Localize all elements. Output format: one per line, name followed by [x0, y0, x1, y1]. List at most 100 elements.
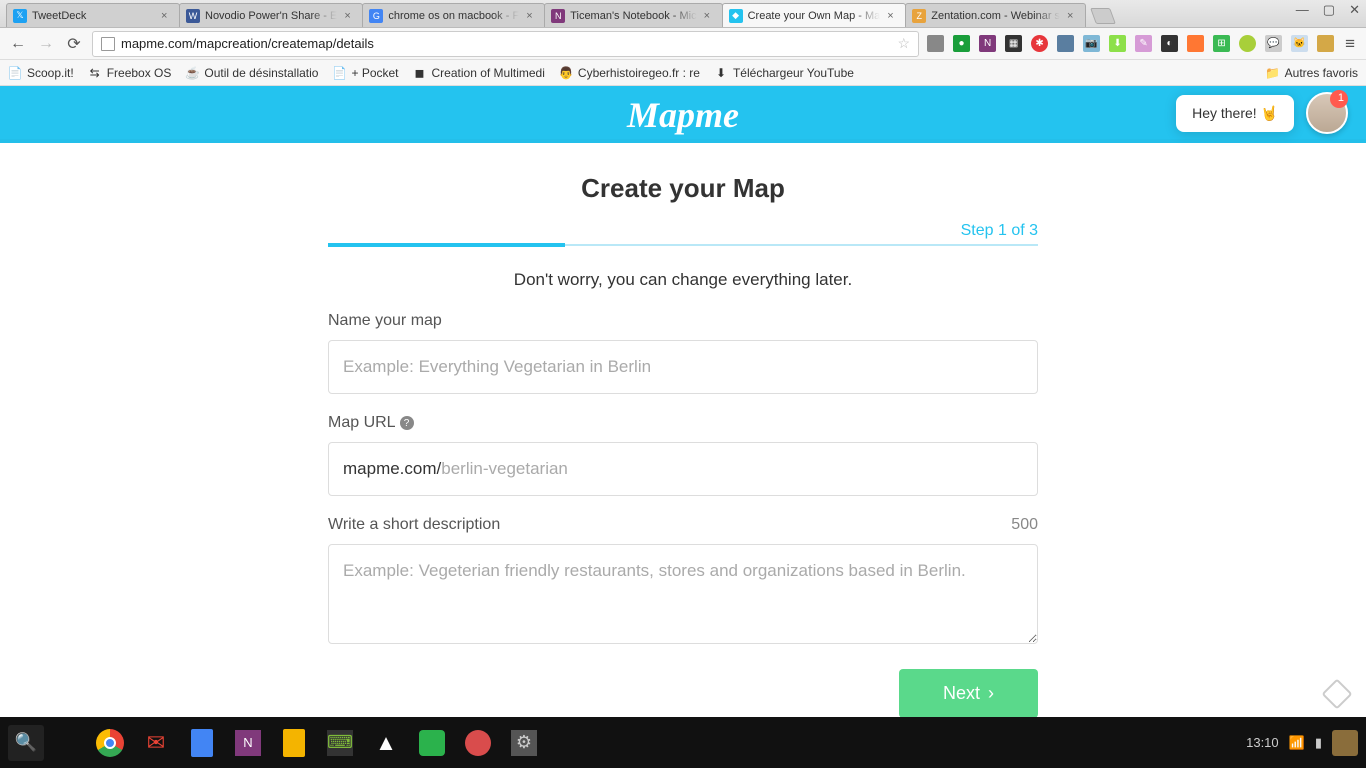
- ext-icon-9[interactable]: ✎: [1135, 35, 1152, 52]
- bookmark-label: + Pocket: [351, 66, 398, 80]
- support-chat[interactable]: Hey there! 🤘 1: [1176, 92, 1348, 134]
- browser-tab[interactable]: ◆Create your Own Map - Ma×: [722, 3, 907, 27]
- tab-favicon: N: [551, 9, 565, 23]
- browser-tab[interactable]: Gchrome os on macbook - F×: [362, 3, 545, 27]
- other-bookmarks[interactable]: 📁 Autres favoris: [1266, 66, 1358, 80]
- bookmark-label: Freebox OS: [107, 66, 172, 80]
- ext-icon-14[interactable]: 💬: [1265, 35, 1282, 52]
- slides-app-icon[interactable]: [276, 725, 312, 761]
- tab-favicon: W: [186, 9, 200, 23]
- next-button[interactable]: Next ›: [899, 669, 1038, 717]
- progress-bar: [328, 244, 1038, 246]
- browser-tab[interactable]: N Ticeman's Notebook - Mic ×: [544, 3, 722, 27]
- bookmark-item[interactable]: ⬇ Téléchargeur YouTube: [714, 66, 854, 80]
- bookmark-item[interactable]: 👨Cyberhistoiregeo.fr : re: [559, 66, 700, 80]
- ext-icon-11[interactable]: [1187, 35, 1204, 52]
- clock: 13:10: [1246, 735, 1279, 750]
- ext-icon-1[interactable]: [927, 35, 944, 52]
- ext-icon-13[interactable]: [1239, 35, 1256, 52]
- url-text: mapme.com/mapcreation/createmap/details: [121, 36, 374, 51]
- chat-avatar[interactable]: 1: [1306, 92, 1348, 134]
- bookmark-item[interactable]: 📄Scoop.it!: [8, 66, 74, 80]
- bookmark-label: Téléchargeur YouTube: [733, 66, 854, 80]
- url-input-group[interactable]: mapme.com/ berlin-vegetarian: [328, 442, 1038, 496]
- tab-title: TweetDeck: [32, 10, 154, 22]
- folder-icon: 📁: [1266, 66, 1280, 80]
- ext-icon-6[interactable]: [1057, 35, 1074, 52]
- app-icon-6[interactable]: ⌨: [322, 725, 358, 761]
- onenote-icon[interactable]: N: [979, 35, 996, 52]
- bookmark-item[interactable]: 📄+ Pocket: [332, 66, 398, 80]
- system-tray[interactable]: 13:10 📶 ▮: [1246, 730, 1358, 756]
- browser-toolbar: ← → ⟳ mapme.com/mapcreation/createmap/de…: [0, 28, 1366, 60]
- ext-icon-16[interactable]: [1317, 35, 1334, 52]
- browser-tabs: 𝕏TweetDeck×WNovodio Power'n Share - E×Gc…: [6, 1, 1085, 27]
- ext-icon-4[interactable]: ▦: [1005, 35, 1022, 52]
- corner-badge-icon[interactable]: [1321, 678, 1352, 709]
- bookmark-label: Outil de désinstallatio: [204, 66, 318, 80]
- bookmark-star-icon[interactable]: ☆: [898, 35, 911, 52]
- bookmark-icon: 📄: [8, 66, 22, 80]
- name-field: Name your map: [328, 312, 1038, 394]
- ext-icon-2[interactable]: ●: [953, 35, 970, 52]
- tab-close-icon[interactable]: ×: [704, 10, 716, 22]
- onenote-app-icon[interactable]: N: [230, 725, 266, 761]
- bookmark-item[interactable]: ◼Creation of Multimedi: [413, 66, 545, 80]
- tab-favicon: G: [369, 9, 383, 23]
- description-input[interactable]: [328, 544, 1038, 644]
- site-info-icon[interactable]: [101, 37, 115, 51]
- address-bar[interactable]: mapme.com/mapcreation/createmap/details …: [92, 31, 919, 57]
- minimize-icon[interactable]: —: [1296, 2, 1309, 18]
- browser-tab[interactable]: ZZentation.com - Webinar s×: [905, 3, 1086, 27]
- other-bookmarks-label: Autres favoris: [1285, 66, 1358, 80]
- tab-close-icon[interactable]: ×: [1067, 10, 1079, 22]
- bookmark-icon: ⇆: [88, 66, 102, 80]
- user-avatar-icon[interactable]: [1332, 730, 1358, 756]
- app-icon-9[interactable]: [460, 725, 496, 761]
- forward-button[interactable]: →: [36, 34, 56, 54]
- tab-title: Ticeman's Notebook - Mic: [570, 10, 696, 22]
- tab-title: Novodio Power'n Share - E: [205, 10, 337, 22]
- tab-close-icon[interactable]: ×: [526, 10, 538, 22]
- search-button[interactable]: 🔍: [8, 725, 44, 761]
- name-label: Name your map: [328, 312, 1038, 330]
- ext-icon-12[interactable]: ⊞: [1213, 35, 1230, 52]
- help-icon[interactable]: ?: [400, 416, 414, 430]
- bookmark-label: Creation of Multimedi: [432, 66, 545, 80]
- chat-text: Hey there! 🤘: [1192, 105, 1278, 121]
- chat-badge: 1: [1338, 92, 1344, 104]
- tab-close-icon[interactable]: ×: [344, 10, 356, 22]
- settings-app-icon[interactable]: ⚙: [506, 725, 542, 761]
- mapme-logo[interactable]: Mapme: [627, 94, 739, 136]
- bookmark-label: Cyberhistoiregeo.fr : re: [578, 66, 700, 80]
- ext-icon-7[interactable]: 📷: [1083, 35, 1100, 52]
- bookmark-item[interactable]: ☕Outil de désinstallatio: [185, 66, 318, 80]
- ext-icon-5[interactable]: ✱: [1031, 35, 1048, 52]
- chrome-app-icon[interactable]: [92, 725, 128, 761]
- ext-icon-10[interactable]: ◐: [1161, 35, 1178, 52]
- page-content: Mapme Hey there! 🤘 1 Create your Map Ste…: [0, 86, 1366, 717]
- url-label: Map URL ?: [328, 414, 1038, 432]
- tab-close-icon[interactable]: ×: [161, 10, 173, 22]
- bookmark-item[interactable]: ⇆ Freebox OS: [88, 66, 172, 80]
- browser-tab[interactable]: 𝕏TweetDeck×: [6, 3, 180, 27]
- docs-app-icon[interactable]: [184, 725, 220, 761]
- ext-icon-15[interactable]: 🐱: [1291, 35, 1308, 52]
- bookmarks-bar: 📄Scoop.it! ⇆ Freebox OS ☕Outil de désinstal…: [0, 60, 1366, 86]
- feedly-app-icon[interactable]: [414, 725, 450, 761]
- browser-tab[interactable]: W Novodio Power'n Share - E ×: [179, 3, 363, 27]
- name-input[interactable]: [328, 340, 1038, 394]
- bookmark-icon: ⬇: [714, 66, 728, 80]
- reload-button[interactable]: ⟳: [64, 34, 84, 54]
- drive-app-icon[interactable]: ▲: [368, 725, 404, 761]
- back-button[interactable]: ←: [8, 34, 28, 54]
- new-tab-button[interactable]: [1090, 8, 1116, 24]
- browser-menu-icon[interactable]: ≡: [1342, 34, 1358, 54]
- ext-icon-8[interactable]: ⬇: [1109, 35, 1126, 52]
- subtitle-text: Don't worry, you can change everything l…: [328, 270, 1038, 290]
- chat-bubble[interactable]: Hey there! 🤘: [1176, 95, 1294, 132]
- tab-close-icon[interactable]: ×: [887, 10, 899, 22]
- maximize-icon[interactable]: ▢: [1323, 2, 1335, 18]
- gmail-app-icon[interactable]: ✉: [138, 725, 174, 761]
- close-icon[interactable]: ✕: [1349, 2, 1360, 18]
